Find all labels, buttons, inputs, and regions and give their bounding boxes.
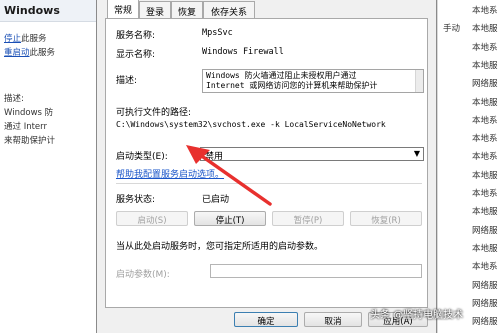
logon-as-cell: 本地系 (472, 152, 498, 163)
logon-as-cell: 网络服 (472, 317, 498, 328)
logon-as-cell: 网络服 (472, 298, 498, 309)
logon-as-cell: 本地系 (472, 134, 498, 145)
service-list-row[interactable]: 本地系 (438, 146, 500, 165)
tab-logon[interactable]: 登录 (139, 1, 171, 18)
service-list-row[interactable]: 本地系 (438, 183, 500, 202)
description-line: 通过 Interr (4, 122, 47, 132)
logon-as-cell: 本地服 (472, 207, 498, 218)
services-list: 本地系 手动 本地服 本地系 本地服 网络服 本地服 本地系 本地系 本地系 本地服 本地系 本地服 网络… (437, 0, 500, 333)
tab-recovery[interactable]: 恢复 (171, 1, 203, 18)
service-title: Windows (0, 0, 96, 22)
service-list-row[interactable]: 本地服 (438, 165, 500, 184)
startup-type-label: 启动类型(E): (116, 152, 168, 162)
description-text-line: Windows 防火墙通过阻止未授权用户通过 (206, 71, 357, 80)
services-detail-pane: Windows 停止此服务 重启动此服务 描述: Windows 防 通过 In… (0, 0, 96, 333)
logon-as-cell: 本地系 (472, 6, 498, 16)
start-params-hint: 当从此处启动服务时，您可指定所适用的启动参数。 (116, 242, 324, 252)
service-list-row[interactable]: 本地系 (438, 128, 500, 147)
pause-button[interactable]: 暂停(P) (272, 211, 344, 226)
service-status-label: 服务状态: (116, 195, 156, 205)
display-name-value: Windows Firewall (202, 47, 284, 57)
exe-path-label: 可执行文件的路径: (116, 108, 192, 118)
cancel-button[interactable]: 取消 (304, 312, 362, 327)
logon-as-cell: 本地服 (472, 60, 498, 71)
service-list-row[interactable]: 网络服 (438, 220, 500, 239)
logon-as-cell: 本地服 (472, 24, 498, 35)
restart-service-line: 重启动此服务 (4, 46, 96, 58)
watermark: 头条 @坚持电脑技术 (370, 310, 464, 321)
restart-service-suffix: 此服务 (29, 48, 56, 58)
service-list-row[interactable]: 本地服 (438, 238, 500, 257)
service-name-value: MpsSvc (202, 28, 233, 38)
stop-service-line: 停止此服务 (4, 32, 96, 44)
description-label: 描述: (116, 76, 138, 86)
service-list-row[interactable]: 网络服 (438, 73, 500, 92)
logon-as-cell: 本地系 (472, 115, 498, 126)
service-list-row[interactable]: 网络服 (438, 275, 500, 294)
description-line: 来帮助保护计 (4, 136, 56, 146)
service-list-row[interactable]: 手动 本地服 (438, 18, 500, 37)
display-name-label: 显示名称: (116, 50, 156, 60)
stop-service-suffix: 此服务 (21, 34, 47, 44)
service-list-row[interactable]: 本地系 (438, 256, 500, 275)
service-list-row[interactable]: 本地系 (438, 110, 500, 129)
tab-dependencies[interactable]: 依存关系 (203, 1, 255, 18)
description-scrollbar[interactable] (415, 70, 423, 92)
logon-as-cell: 网络服 (472, 225, 498, 236)
service-list-row[interactable]: 本地系 (438, 0, 500, 19)
resume-button[interactable]: 恢复(R) (350, 211, 422, 226)
description-text-line: Internet 或网络访问您的计算机来帮助保护计 (206, 81, 378, 90)
arrow-shaft (194, 150, 272, 206)
stop-service-link[interactable]: 停止 (4, 34, 21, 44)
description-line: Windows 防 (4, 108, 54, 118)
dropdown-arrow-icon: ▼ (413, 149, 420, 158)
annotation-arrow-icon (186, 145, 272, 206)
start-params-input[interactable] (210, 264, 422, 278)
service-list-row[interactable]: 本地服 (438, 55, 500, 74)
service-name-label: 服务名称: (116, 31, 156, 41)
description-textbox[interactable]: Windows 防火墙通过阻止未授权用户通过 Internet 或网络访问您的计… (202, 69, 424, 93)
startup-type-cell: 手动 (443, 24, 461, 35)
logon-as-cell: 本地服 (472, 243, 498, 254)
start-params-label: 启动参数(M): (116, 270, 170, 280)
logon-as-cell: 网络服 (472, 79, 498, 90)
ok-button[interactable]: 确定 (234, 312, 298, 327)
start-button[interactable]: 启动(S) (116, 211, 188, 226)
logon-as-cell: 本地服 (472, 97, 498, 108)
logon-as-cell: 本地服 (472, 170, 498, 181)
exe-path-value: C:\Windows\system32\svchost.exe -k Local… (116, 120, 386, 129)
restart-service-link[interactable]: 重启动 (4, 48, 30, 58)
logon-as-cell: 本地系 (472, 42, 498, 53)
service-list-row[interactable]: 本地服 (438, 201, 500, 220)
tab-general[interactable]: 常规 (107, 0, 139, 19)
logon-as-cell: 本地系 (472, 189, 498, 199)
service-list-row[interactable]: 本地服 (438, 92, 500, 111)
stop-button[interactable]: 停止(T) (194, 211, 266, 226)
logon-as-cell: 本地系 (472, 262, 498, 273)
service-list-row[interactable]: 本地系 (438, 37, 500, 56)
description-heading: 描述: (4, 94, 24, 104)
logon-as-cell: 网络服 (472, 280, 498, 291)
